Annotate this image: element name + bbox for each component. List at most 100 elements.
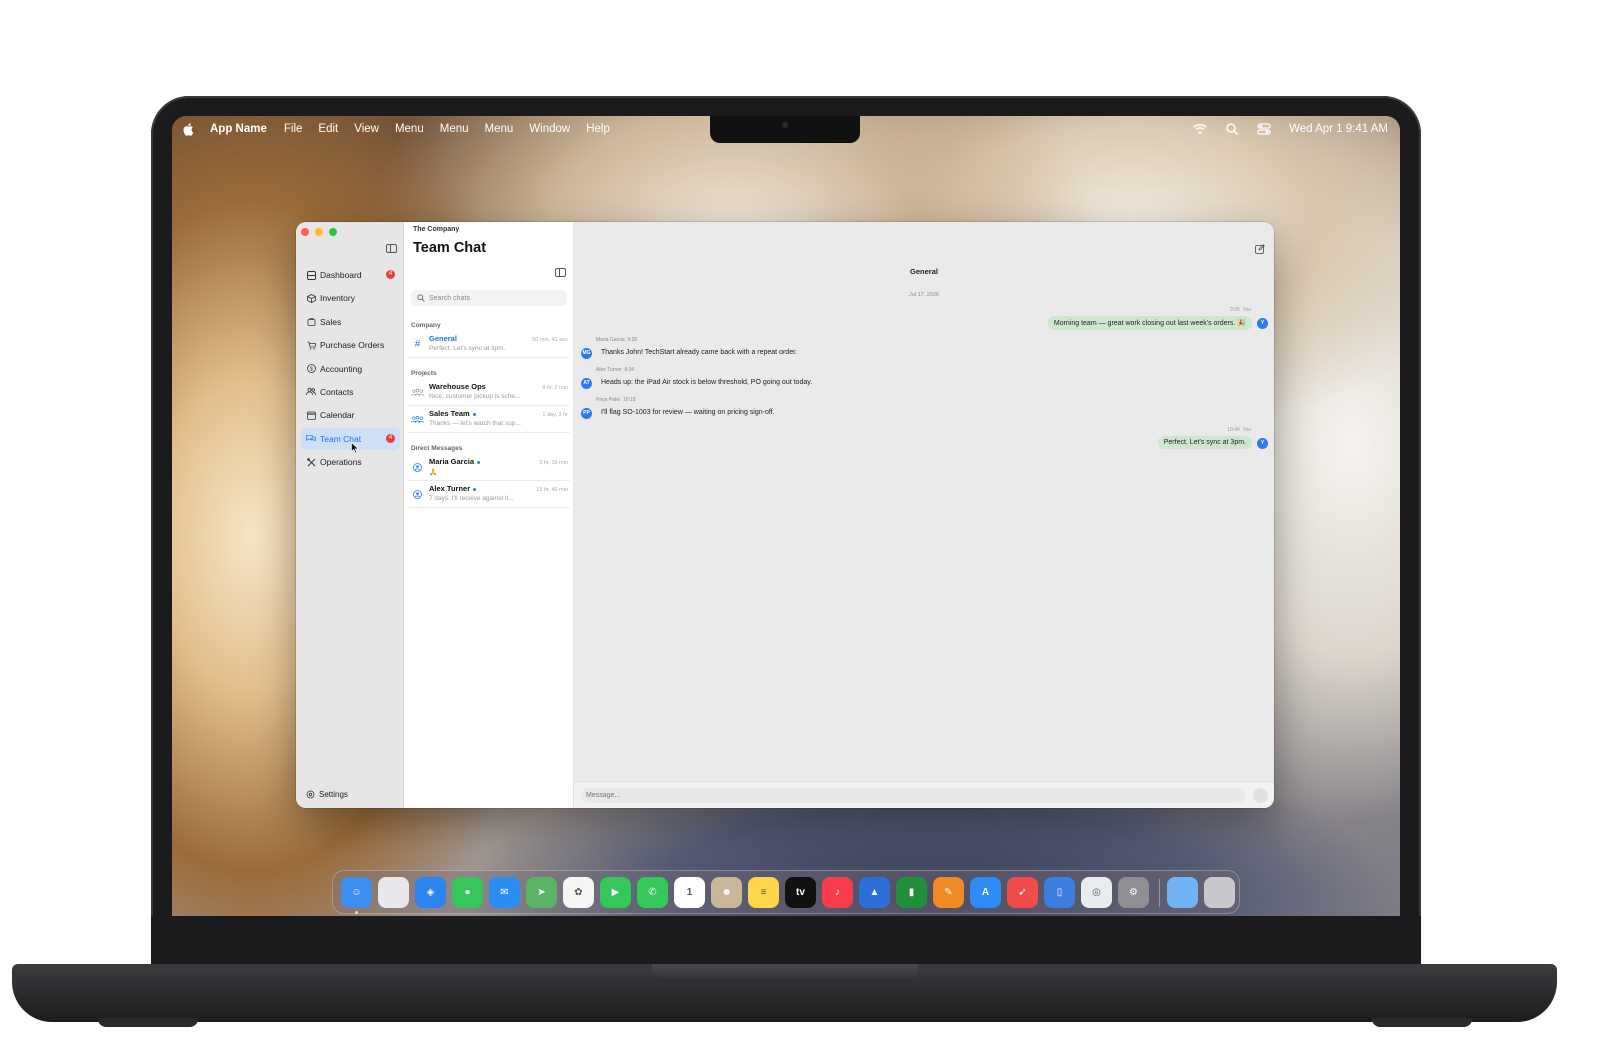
sidebar-item-purchase-orders[interactable]: Purchase Orders [301, 334, 400, 356]
menu-help[interactable]: Help [586, 123, 610, 135]
menu-view[interactable]: View [354, 123, 379, 135]
menu-edit[interactable]: Edit [318, 123, 338, 135]
notification-badge: 4 [386, 433, 395, 443]
minimize-window-button[interactable] [315, 228, 323, 236]
sidebar-item-dashboard[interactable]: Dashboard 4 [301, 264, 400, 286]
menu-file[interactable]: File [284, 123, 303, 135]
spotlight-search-icon[interactable] [1225, 122, 1239, 136]
facetime-icon[interactable]: ▶ [600, 877, 631, 908]
rocket-icon[interactable]: ➹ [1007, 877, 1038, 908]
calendar-icon[interactable]: 1 [674, 877, 705, 908]
launchpad-icon[interactable] [378, 877, 409, 908]
settings-button[interactable]: Settings [306, 790, 348, 799]
date-separator: Jul 17, 2026 [909, 292, 939, 298]
phone-icon[interactable]: ✆ [637, 877, 668, 908]
section-header-company: Company [411, 322, 441, 329]
photos-icon[interactable]: ✿ [563, 877, 594, 908]
pages-icon[interactable]: ✎ [933, 877, 964, 908]
mail-icon[interactable]: ✉ [489, 877, 520, 908]
incoming-message[interactable]: Thanks John! TechStart already came back… [601, 349, 797, 356]
people-icon [306, 387, 316, 397]
message-composer [574, 781, 1274, 808]
chat-row-sales-team[interactable]: Sales Team Thanks — let's watch that sup… [408, 407, 570, 433]
chat-row-warehouse-ops[interactable]: Warehouse Ops Nice, customer pickup is s… [408, 380, 570, 406]
sidebar-item-sales[interactable]: Sales [301, 311, 400, 333]
mouse-cursor-icon [351, 442, 359, 454]
message-meta: 10:44 You [1227, 427, 1251, 433]
simulator-icon[interactable]: ▯ [1044, 877, 1075, 908]
chat-name: Alex Turner [429, 484, 477, 493]
menu-bar-clock[interactable]: Wed Apr 1 9:41 AM [1289, 123, 1388, 135]
menu-generic-2[interactable]: Menu [440, 123, 469, 135]
numbers-icon[interactable]: ▮ [896, 877, 927, 908]
laptop-foot [1372, 1018, 1472, 1027]
menu-generic-3[interactable]: Menu [485, 123, 514, 135]
chat-name: Maria Garcia [429, 457, 481, 466]
search-input[interactable]: Search chats [411, 290, 567, 306]
app-store-icon[interactable]: A [970, 877, 1001, 908]
search-placeholder: Search chats [429, 294, 470, 302]
chat-preview: 7 days. I'll receive against it... [429, 495, 514, 502]
sidebar-toggle-icon[interactable] [386, 244, 397, 253]
sidebar-item-operations[interactable]: Operations [301, 451, 400, 473]
folder-icon[interactable] [1167, 877, 1198, 908]
menu-bar: App Name File Edit View Menu Menu Menu W… [172, 116, 1400, 141]
message-input[interactable] [581, 788, 1245, 803]
message-time: 10:44 [1227, 427, 1240, 433]
panel-toggle-icon[interactable] [555, 268, 566, 277]
box-icon [306, 293, 316, 303]
tv-icon[interactable]: tv [785, 877, 816, 908]
dollar-icon: $ [306, 364, 316, 374]
sidebar-item-accounting[interactable]: $ Accounting [301, 358, 400, 380]
messages-icon[interactable]: ● [452, 877, 483, 908]
chat-time: 1 day, 3 hr [542, 412, 568, 418]
chat-row-maria-garcia[interactable]: Maria Garcia 🙏 3 hr, 16 min [408, 455, 570, 481]
wifi-icon[interactable] [1193, 122, 1207, 136]
notification-badge: 4 [386, 270, 395, 279]
sidebar-item-label: Operations [320, 457, 362, 468]
finder-icon[interactable]: ☺ [341, 877, 372, 908]
control-center-icon[interactable] [1257, 122, 1271, 136]
music-icon[interactable]: ♪ [822, 877, 853, 908]
avatar: AT [581, 378, 592, 389]
chat-row-general[interactable]: # General Perfect. Let's sync at 3pm. 50… [408, 332, 570, 358]
message-meta: Priya Patel 10:18 [596, 397, 635, 403]
compose-icon[interactable] [1255, 244, 1265, 254]
search-icon [417, 294, 425, 302]
chat-time: 8 hr, 2 min [542, 385, 568, 391]
send-button[interactable] [1253, 788, 1268, 803]
chat-name-text: Sales Team [429, 409, 470, 418]
message-sender: Alex Turner [596, 367, 622, 373]
keynote-icon[interactable]: ▲ [859, 877, 890, 908]
menu-generic-1[interactable]: Menu [395, 123, 424, 135]
chat-preview: Nice, customer pickup is sche... [429, 393, 521, 400]
conversation-pane: General Jul 17, 2026 9:05 You Morning te… [574, 222, 1274, 808]
sidebar-item-calendar[interactable]: Calendar [301, 404, 400, 426]
unread-dot [473, 487, 477, 491]
cart-icon [306, 340, 316, 350]
chat-row-alex-turner[interactable]: Alex Turner 7 days. I'll receive against… [408, 482, 570, 508]
contacts-icon[interactable]: ☻ [711, 877, 742, 908]
message-sender: Priya Patel [596, 397, 621, 403]
maps-icon[interactable]: ➤ [526, 877, 557, 908]
sidebar-item-inventory[interactable]: Inventory [301, 287, 400, 309]
page-title: Team Chat [413, 240, 487, 256]
disk-utility-icon[interactable]: ◎ [1081, 877, 1112, 908]
apple-logo-icon[interactable] [182, 122, 196, 136]
chat-name-text: Maria Garcia [429, 457, 475, 466]
menu-app-name[interactable]: App Name [210, 123, 267, 135]
notes-icon[interactable]: ≡ [748, 877, 779, 908]
sidebar-item-label: Sales [320, 316, 342, 327]
outgoing-message-bubble[interactable]: Morning team — great work closing out la… [1047, 316, 1252, 330]
system-settings-icon[interactable]: ⚙ [1118, 877, 1149, 908]
message-sender: You [1242, 427, 1251, 433]
zoom-window-button[interactable] [329, 228, 337, 236]
sidebar-item-contacts[interactable]: Contacts [301, 381, 400, 403]
incoming-message[interactable]: Heads up: the iPad Air stock is below th… [601, 379, 812, 386]
menu-window[interactable]: Window [529, 123, 570, 135]
incoming-message[interactable]: I'll flag SO-1003 for review — waiting o… [601, 409, 775, 416]
close-window-button[interactable] [301, 228, 309, 236]
outgoing-message-bubble[interactable]: Perfect. Let's sync at 3pm. [1157, 436, 1252, 449]
trash-icon[interactable] [1204, 877, 1235, 908]
safari-icon[interactable]: ◈ [415, 877, 446, 908]
